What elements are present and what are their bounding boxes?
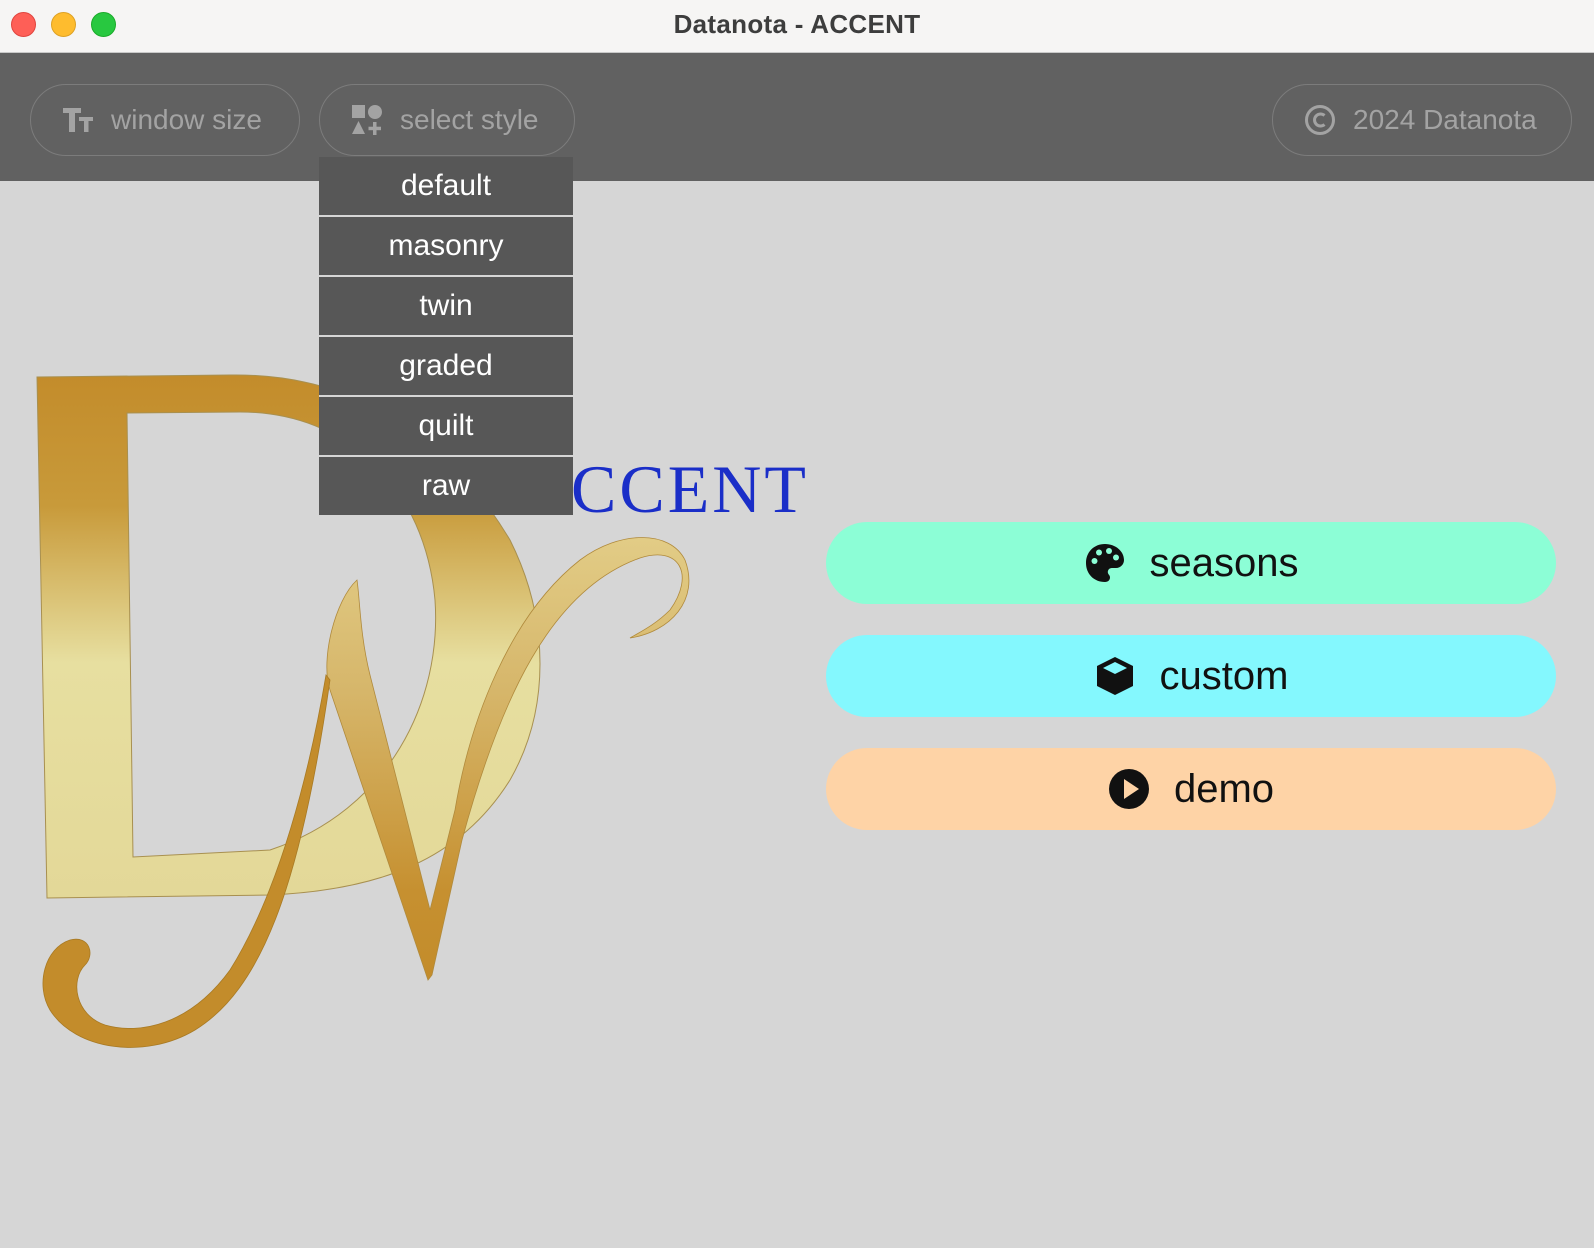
copyright-label: 2024 Datanota [1353,104,1537,135]
toolbar: window size select style 2024 Datanota [0,53,1594,181]
seasons-button[interactable]: seasons [826,522,1556,604]
copyright-button[interactable]: 2024 Datanota [1272,84,1572,156]
demo-button[interactable]: demo [826,748,1556,830]
window-size-label: window size [111,104,262,135]
select-style-button[interactable]: select style [319,84,575,156]
select-style-label: select style [400,104,539,135]
play-circle-icon [1108,768,1150,810]
demo-label: demo [1173,766,1275,811]
window-size-button[interactable]: window size [30,84,300,156]
style-option-graded[interactable]: graded [319,337,573,395]
style-option-masonry[interactable]: masonry [319,217,573,275]
style-option-twin[interactable]: twin [319,277,573,335]
shapes-icon [350,103,384,137]
title-bar: Datanota - ACCENT [0,0,1594,53]
style-option-raw[interactable]: raw [319,457,573,515]
custom-label: custom [1159,653,1289,698]
cube-icon [1094,655,1136,697]
style-dropdown-menu: default masonry twin graded quilt raw [319,157,573,515]
palette-icon [1084,542,1126,584]
custom-button[interactable]: custom [826,635,1556,717]
style-option-quilt[interactable]: quilt [319,397,573,455]
seasons-label: seasons [1149,540,1299,585]
brand-wordmark: CCENT [571,451,809,527]
style-option-default[interactable]: default [319,157,573,215]
text-size-icon [61,103,95,137]
copyright-icon [1303,103,1337,137]
app-window: Datanota - ACCENT window size select sty… [0,0,1594,1248]
window-title: Datanota - ACCENT [673,9,921,39]
